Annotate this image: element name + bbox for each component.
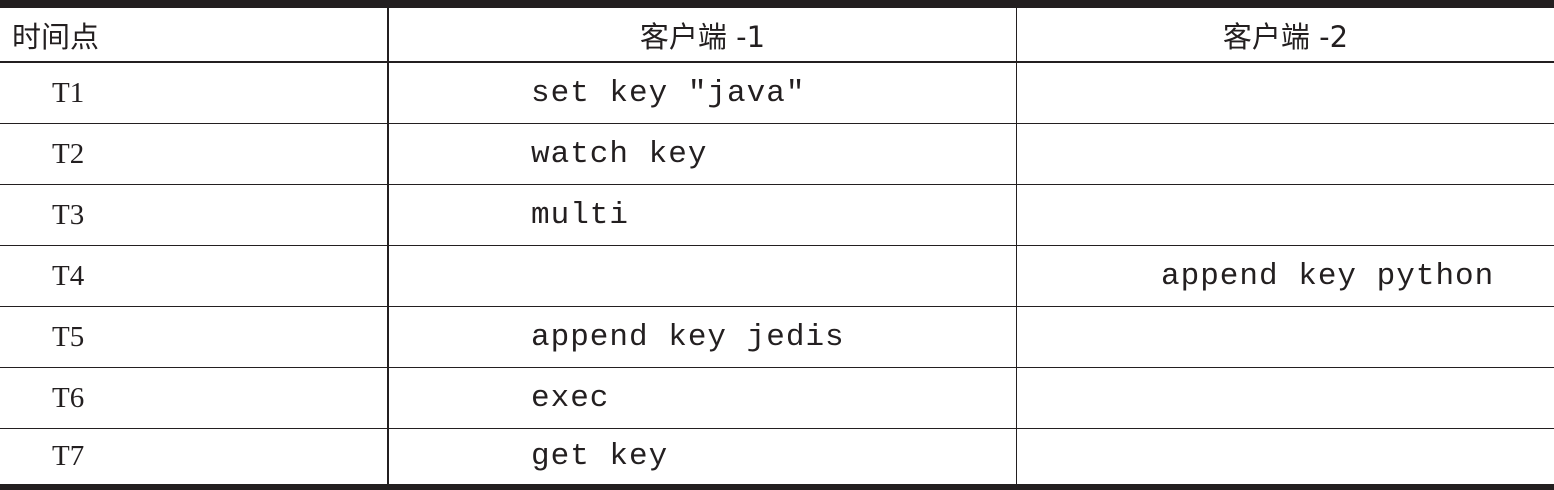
- client-2-command: [1016, 368, 1554, 428]
- table-bottom-rule: [0, 484, 1554, 490]
- client-2-command: [1016, 185, 1554, 245]
- table-row: T2 watch key: [0, 124, 1554, 185]
- header-client-1: 客户端 -1: [387, 8, 1016, 61]
- table-row: T6 exec: [0, 368, 1554, 429]
- client-2-command: [1016, 307, 1554, 367]
- time-cell: T3: [52, 198, 85, 231]
- table-top-rule: [0, 0, 1554, 8]
- table-row: T1 set key "java": [0, 63, 1554, 124]
- header-client-2: 客户端 -2: [1016, 8, 1554, 61]
- client-1-command: append key jedis: [387, 307, 1016, 367]
- client-1-command: multi: [387, 185, 1016, 245]
- client-1-command: set key "java": [387, 63, 1016, 123]
- client-1-command: [387, 246, 1016, 306]
- client-2-command: [1016, 124, 1554, 184]
- client-2-command: [1016, 429, 1554, 484]
- transaction-timeline-table: 时间点 客户端 -1 客户端 -2 T1 set key "java" T2 w…: [0, 0, 1554, 490]
- time-cell: T5: [52, 320, 85, 353]
- time-cell: T4: [52, 259, 85, 292]
- table-row: T7 get key: [0, 429, 1554, 484]
- time-cell: T2: [52, 137, 85, 170]
- time-cell: T1: [52, 76, 85, 109]
- client-2-command: append key python: [1016, 246, 1554, 306]
- table-header-row: 时间点 客户端 -1 客户端 -2: [0, 8, 1554, 63]
- time-cell: T6: [52, 381, 85, 414]
- client-2-command: [1016, 63, 1554, 123]
- header-time: 时间点: [12, 19, 100, 54]
- table-row: T3 multi: [0, 185, 1554, 246]
- table-row: T4 append key python: [0, 246, 1554, 307]
- client-1-command: get key: [387, 429, 1016, 484]
- client-1-command: watch key: [387, 124, 1016, 184]
- time-cell: T7: [52, 440, 85, 472]
- table-row: T5 append key jedis: [0, 307, 1554, 368]
- client-1-command: exec: [387, 368, 1016, 428]
